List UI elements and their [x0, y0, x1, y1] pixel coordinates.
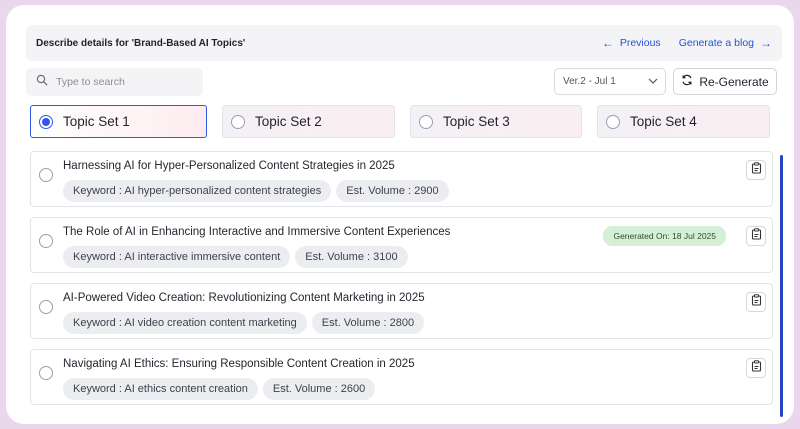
regenerate-label: Re-Generate [699, 74, 769, 89]
radio-icon [419, 114, 433, 129]
generated-badge: Generated On: 18 Jul 2025 [603, 226, 726, 246]
previous-link[interactable]: ← Previous [602, 37, 661, 49]
tab-label: Topic Set 4 [630, 114, 697, 129]
keyword-chip: Keyword : AI hyper-personalized content … [63, 180, 332, 202]
topic-radio[interactable] [39, 300, 53, 314]
keyword-chip: Keyword : AI interactive immersive conte… [63, 246, 291, 268]
topic-title: The Role of AI in Enhancing Interactive … [63, 226, 451, 238]
arrow-left-icon: ← [601, 36, 614, 50]
radio-icon [606, 114, 620, 129]
refresh-icon [681, 74, 693, 89]
search-icon [36, 73, 48, 91]
copy-button[interactable] [746, 358, 766, 378]
tab-topic-set-1[interactable]: Topic Set 1 [30, 105, 207, 138]
volume-chip: Est. Volume : 3100 [295, 246, 408, 268]
page-header: Describe details for 'Brand-Based AI Top… [26, 25, 782, 61]
chevron-down-icon [648, 76, 658, 87]
topic-title: Harnessing AI for Hyper-Personalized Con… [63, 160, 395, 172]
copy-button[interactable] [746, 226, 766, 246]
topic-radio[interactable] [39, 366, 53, 380]
topic-chips: Keyword : AI ethics content creation Est… [63, 378, 376, 400]
topic-title: AI-Powered Video Creation: Revolutionizi… [63, 292, 425, 304]
tab-topic-set-3[interactable]: Topic Set 3 [410, 105, 582, 138]
topic-card[interactable]: Harnessing AI for Hyper-Personalized Con… [30, 151, 773, 207]
topic-chips: Keyword : AI hyper-personalized content … [63, 180, 449, 202]
version-value: Ver.2 - Jul 1 [563, 76, 616, 87]
topic-radio[interactable] [39, 234, 53, 248]
volume-chip: Est. Volume : 2800 [311, 312, 425, 334]
copy-icon [751, 227, 762, 245]
search-input[interactable] [56, 76, 196, 88]
generate-blog-link[interactable]: Generate a blog → [679, 37, 772, 49]
header-nav: ← Previous Generate a blog → [602, 37, 772, 49]
tab-label: Topic Set 2 [255, 114, 322, 129]
copy-icon [751, 161, 762, 179]
page-title: Describe details for 'Brand-Based AI Top… [36, 37, 246, 49]
topic-radio[interactable] [39, 168, 53, 182]
topic-card[interactable]: Navigating AI Ethics: Ensuring Responsib… [30, 349, 773, 405]
topic-card[interactable]: The Role of AI in Enhancing Interactive … [30, 217, 773, 273]
topic-chips: Keyword : AI interactive immersive conte… [63, 246, 408, 268]
copy-button[interactable] [746, 292, 766, 312]
main-panel: Describe details for 'Brand-Based AI Top… [6, 5, 794, 424]
radio-selected-icon [39, 114, 53, 129]
copy-icon [751, 359, 762, 377]
topic-card[interactable]: AI-Powered Video Creation: Revolutionizi… [30, 283, 773, 339]
topic-title: Navigating AI Ethics: Ensuring Responsib… [63, 358, 415, 370]
tab-topic-set-2[interactable]: Topic Set 2 [222, 105, 395, 138]
copy-icon [751, 293, 762, 311]
tab-topic-set-4[interactable]: Topic Set 4 [597, 105, 770, 138]
scrollbar[interactable] [780, 155, 783, 417]
tab-label: Topic Set 3 [443, 114, 510, 129]
keyword-chip: Keyword : AI ethics content creation [63, 378, 258, 400]
keyword-chip: Keyword : AI video creation content mark… [63, 312, 307, 334]
copy-button[interactable] [746, 160, 766, 180]
radio-icon [231, 114, 245, 129]
search-box [26, 68, 203, 96]
version-select[interactable]: Ver.2 - Jul 1 [554, 68, 666, 95]
volume-chip: Est. Volume : 2600 [262, 378, 376, 400]
regenerate-button[interactable]: Re-Generate [673, 68, 777, 95]
previous-label: Previous [619, 37, 661, 49]
tab-label: Topic Set 1 [63, 114, 130, 129]
topic-chips: Keyword : AI video creation content mark… [63, 312, 425, 334]
volume-chip: Est. Volume : 2900 [336, 180, 449, 202]
generate-blog-label: Generate a blog [678, 37, 754, 49]
arrow-right-icon: → [760, 36, 772, 50]
topic-list: Harnessing AI for Hyper-Personalized Con… [30, 151, 783, 417]
